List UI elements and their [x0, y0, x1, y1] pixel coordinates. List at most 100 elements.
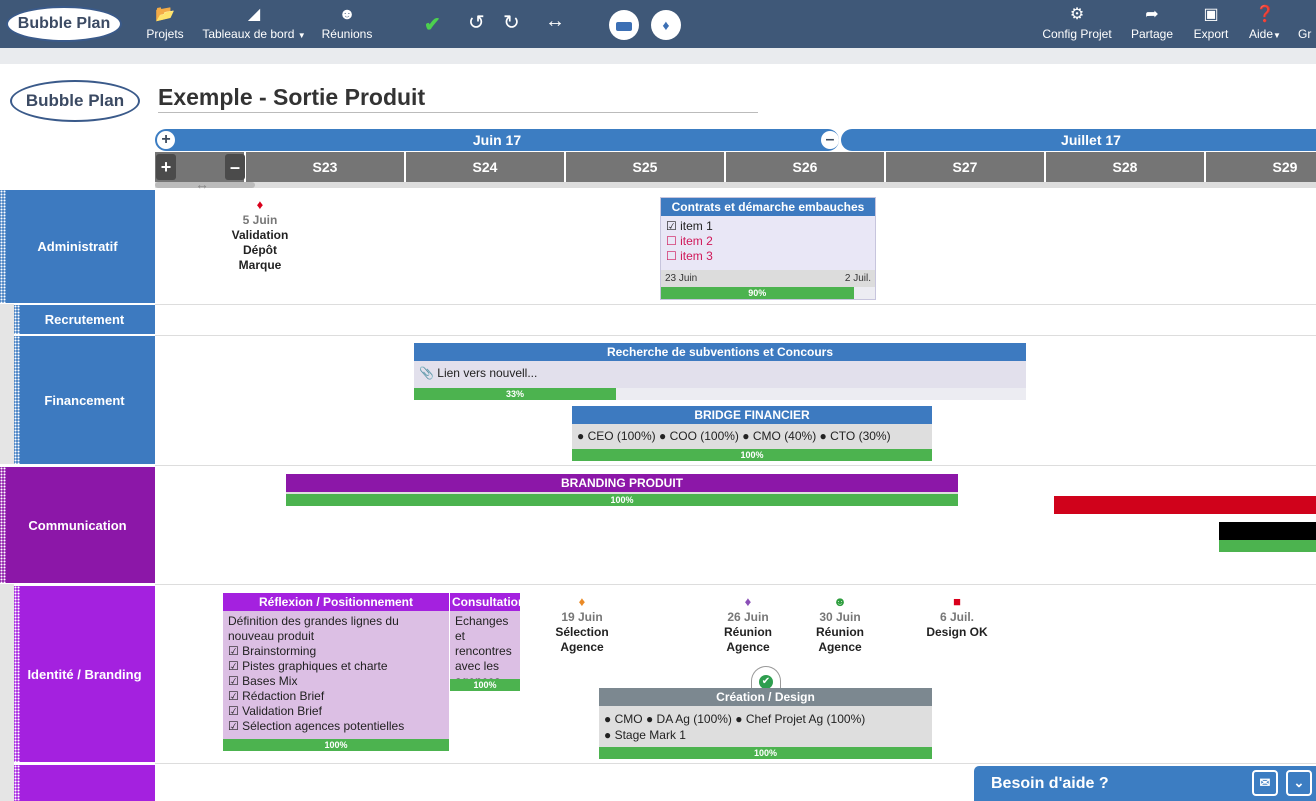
task-red-bar[interactable] — [1054, 496, 1316, 514]
milestone-date: 6 Juil. — [939, 610, 974, 624]
aide-menu[interactable]: ❓ Aide▼ — [1244, 0, 1286, 48]
lane-next[interactable] — [14, 765, 155, 801]
task-mode-button[interactable] — [609, 10, 639, 40]
task-consultation[interactable]: Consultation Echanges et rencontres avec… — [450, 593, 520, 691]
checklist-item-label: item 2 — [680, 234, 713, 248]
task-subventions-concours[interactable]: Recherche de subventions et Concours 📎 L… — [414, 343, 1026, 400]
row-divider — [155, 465, 1316, 466]
task-title: Contrats et démarche embauches — [661, 198, 875, 216]
nav-projets[interactable]: 📂 Projets — [140, 0, 190, 48]
checklist-item[interactable]: ☑ Validation Brief — [228, 704, 444, 719]
row-divider — [155, 335, 1316, 336]
milestone-reunion-26-juin[interactable]: ♦ 26 Juin Réunion Agence — [703, 594, 793, 655]
zoom-in-button[interactable]: + — [156, 154, 176, 180]
undo-icon[interactable]: ↺ — [468, 10, 485, 35]
task-black-bar[interactable] — [1219, 522, 1316, 552]
aide-label: Aide — [1249, 27, 1274, 41]
project-logo-text: Bubble Plan — [25, 91, 125, 110]
gr-menu[interactable]: Gr — [1298, 0, 1316, 48]
task-title: Création / Design — [599, 688, 932, 706]
config-projet-button[interactable]: ⚙ Config Projet — [1040, 0, 1114, 48]
image-icon: ▣ — [1203, 6, 1219, 23]
checklist-item[interactable]: ☑ Sélection agences potentielles — [228, 719, 444, 734]
drag-handle[interactable] — [0, 190, 6, 303]
checkbox-checked-icon: ☑ — [228, 674, 239, 688]
chart-icon: ◢ — [247, 6, 261, 23]
partage-label: Partage — [1130, 27, 1174, 41]
redo-icon[interactable]: ↻ — [503, 10, 520, 35]
diamond-icon: ♦ — [578, 594, 586, 609]
lane-administratif[interactable]: Administratif — [0, 190, 155, 303]
zoom-out-button[interactable]: – — [225, 154, 245, 180]
milestone-mode-button[interactable]: ♦ — [651, 10, 681, 40]
milestone-design-ok[interactable]: ■ 6 Juil. Design OK — [912, 594, 1002, 640]
check-icon[interactable]: ✔ — [424, 12, 441, 37]
task-creation-design[interactable]: Création / Design ● CMO ● DA Ag (100%) ●… — [599, 688, 932, 759]
lane-identite-label: Identité / Branding — [27, 666, 142, 682]
config-projet-label: Config Projet — [1042, 27, 1112, 41]
export-button[interactable]: ▣ Export — [1188, 0, 1234, 48]
progress-bar: 100% — [286, 494, 958, 506]
assignee: Stage Mark 1 — [614, 728, 686, 742]
resize-handle-icon[interactable]: ↔ — [195, 176, 209, 192]
collapse-month-button[interactable]: – — [821, 131, 839, 149]
fit-width-icon[interactable]: ↔ — [545, 10, 565, 33]
checklist-item[interactable]: ☑ Bases Mix — [228, 674, 444, 689]
help-icon: ❓ — [1255, 6, 1275, 23]
lane-identite-branding[interactable]: Identité / Branding — [14, 586, 155, 762]
meeting-people-icon: ☻ — [833, 594, 847, 609]
person-icon: ● — [577, 429, 585, 443]
milestone-date: 30 Juin — [819, 610, 861, 624]
checklist-item[interactable]: ☑ Rédaction Brief — [228, 689, 444, 704]
checklist-item[interactable]: ☐ item 2 — [666, 234, 870, 249]
expand-months-button[interactable]: + — [157, 131, 175, 149]
help-label: Besoin d'aide ? — [991, 775, 1109, 792]
task-link[interactable]: Lien vers nouvell... — [437, 366, 537, 380]
progress-bar: 100% — [599, 747, 932, 759]
checklist-item-label: Brainstorming — [242, 644, 317, 658]
progress-bar: 33% — [414, 388, 1026, 400]
milestone-depot-marque[interactable]: ♦ 5 Juin Validation Dépôt Marque — [215, 197, 305, 273]
nav-tableaux-de-bord[interactable]: ◢ Tableaux de bord ▼ — [200, 0, 308, 48]
horizontal-scrollbar[interactable] — [155, 182, 1316, 188]
milestone-label-line: Design OK — [926, 625, 988, 639]
checklist-item[interactable]: ☐ item 3 — [666, 249, 870, 264]
checkbox-empty-icon: ☐ — [666, 249, 677, 263]
progress-fill: 100% — [450, 679, 520, 691]
drag-handle[interactable] — [14, 586, 20, 762]
project-title[interactable]: Exemple - Sortie Produit — [158, 84, 425, 111]
task-contrats-embauches[interactable]: Contrats et démarche embauches ☑ item 1 … — [660, 197, 876, 300]
milestone-selection-agence[interactable]: ♦ 19 Juin Sélection Agence — [537, 594, 627, 655]
person-icon: ● — [604, 712, 612, 726]
drag-handle[interactable] — [14, 765, 20, 801]
export-label: Export — [1193, 27, 1229, 41]
task-branding-produit[interactable]: BRANDING PRODUIT 100% — [286, 474, 958, 506]
milestone-reunion-30-juin[interactable]: ☻ 30 Juin Réunion Agence — [795, 594, 885, 655]
person-icon: ● — [658, 429, 667, 443]
app-logo[interactable]: Bubble Plan — [6, 6, 122, 42]
drag-handle[interactable] — [0, 467, 6, 583]
share-icon: ➦ — [1145, 6, 1159, 23]
milestone-date: 5 Juin — [242, 213, 278, 227]
partage-button[interactable]: ➦ Partage — [1128, 0, 1176, 48]
chevron-down-icon[interactable]: ⌄ — [1286, 770, 1312, 796]
nav-reunions[interactable]: ☻ Réunions — [318, 0, 376, 48]
task-title: Réflexion / Positionnement — [223, 593, 449, 611]
assignee: Chef Projet Ag (100%) — [745, 712, 866, 726]
title-underline — [158, 112, 758, 113]
checklist-item[interactable]: ☑ Pistes graphiques et charte — [228, 659, 444, 674]
drag-handle[interactable] — [14, 305, 20, 334]
drag-handle[interactable] — [14, 336, 20, 464]
task-dates-row: 23 Juin 2 Juil. — [661, 270, 875, 287]
task-end-date: 2 Juil. — [844, 273, 871, 284]
help-chat-widget[interactable]: Besoin d'aide ? ✉ ⌄ — [974, 766, 1316, 801]
assignee: CEO (100%) — [587, 429, 656, 443]
lane-financement[interactable]: Financement — [14, 336, 155, 464]
checklist-item[interactable]: ☑ item 1 — [666, 219, 870, 234]
task-reflexion-positionnement[interactable]: Réflexion / Positionnement Définition de… — [223, 593, 449, 751]
task-bridge-financier[interactable]: BRIDGE FINANCIER ● CEO (100%) ● COO (100… — [572, 406, 932, 461]
chat-icon[interactable]: ✉ — [1252, 770, 1278, 796]
checklist-item[interactable]: ☑ Brainstorming — [228, 644, 444, 659]
lane-recrutement[interactable]: Recrutement — [14, 305, 155, 334]
lane-communication[interactable]: Communication — [0, 467, 155, 583]
